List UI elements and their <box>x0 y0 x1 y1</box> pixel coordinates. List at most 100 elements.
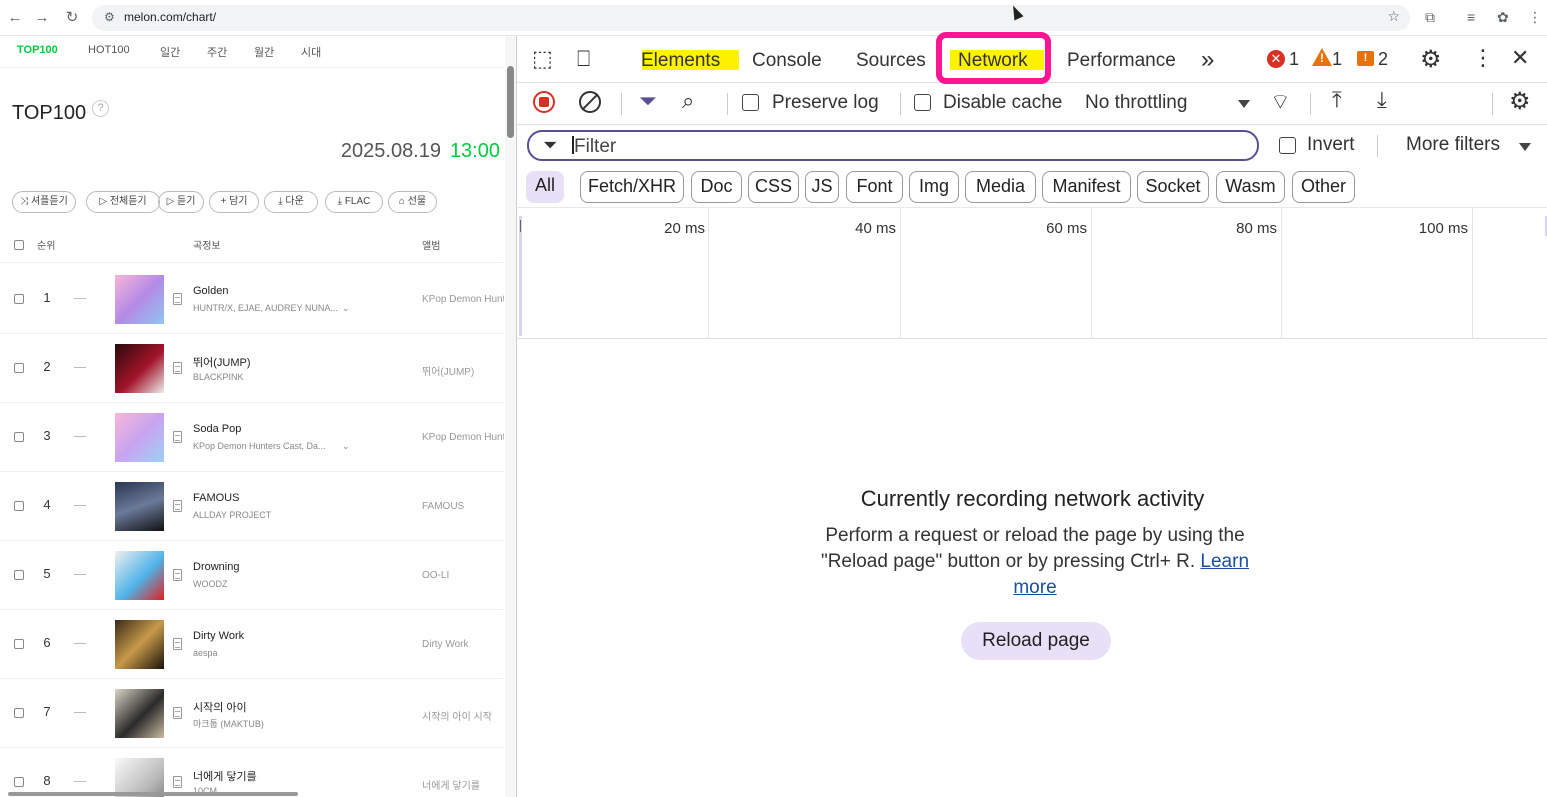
tab-era[interactable]: 시대 <box>301 44 321 60</box>
album-name[interactable]: 너에게 닿기를 <box>422 777 504 792</box>
tab-weekly[interactable]: 주간 <box>207 44 227 60</box>
song-artist[interactable]: HUNTR/X, EJAE, AUDREY NUNA... <box>193 303 338 313</box>
chart-row[interactable]: 4 FAMOUS ALLDAY PROJECT FAMOUS <box>0 472 503 541</box>
chevron-down-icon[interactable]: ⌄ <box>342 303 350 314</box>
close-devtools-icon[interactable]: ✕ <box>1511 45 1529 71</box>
album-name[interactable]: KPop Demon Hunters <box>422 432 504 443</box>
tab-monthly[interactable]: 월간 <box>254 44 274 60</box>
album-cover[interactable] <box>115 413 164 462</box>
song-title[interactable]: 뛰어(JUMP) <box>193 354 251 370</box>
issues-count[interactable]: 2 <box>1378 49 1388 70</box>
song-title[interactable]: Soda Pop <box>193 423 241 435</box>
album-name[interactable]: OO-LI <box>422 570 504 581</box>
gift-button[interactable]: ⌂ 선물 <box>388 191 437 213</box>
song-info-icon[interactable] <box>173 362 182 374</box>
row-checkbox[interactable] <box>14 570 24 580</box>
tab-daily[interactable]: 일간 <box>160 44 180 60</box>
select-all-checkbox[interactable] <box>14 240 24 250</box>
url-text[interactable]: melon.com/chart/ <box>124 10 216 24</box>
song-title[interactable]: Drowning <box>193 561 239 573</box>
row-checkbox[interactable] <box>14 363 24 373</box>
song-artist[interactable]: KPop Demon Hunters Cast, Da... <box>193 441 326 451</box>
type-socket[interactable]: Socket <box>1137 171 1209 203</box>
tab-top100[interactable]: TOP100 <box>17 44 58 56</box>
more-tabs-icon[interactable]: » <box>1201 46 1214 74</box>
media-control-icon[interactable]: ≡ <box>1467 9 1475 25</box>
more-filters-chevron-down-icon[interactable] <box>1519 143 1531 151</box>
invert-checkbox[interactable] <box>1279 137 1296 154</box>
more-filters-button[interactable]: More filters <box>1406 134 1500 156</box>
song-title[interactable]: FAMOUS <box>193 492 239 504</box>
shuffle-play-button[interactable]: ⤨ 셔플듣기 <box>12 191 76 213</box>
album-name[interactable]: FAMOUS <box>422 501 504 512</box>
row-checkbox[interactable] <box>14 294 24 304</box>
devtools-menu-icon[interactable]: ⋮ <box>1472 45 1494 71</box>
download-button[interactable]: ⤓ 다운 <box>264 191 318 213</box>
song-artist[interactable]: BLACKPINK <box>193 372 244 382</box>
throttling-chevron-down-icon[interactable] <box>1238 100 1250 108</box>
warning-icon[interactable] <box>1312 48 1332 66</box>
chart-row[interactable]: 5 Drowning WOODZ OO-LI <box>0 541 503 610</box>
album-cover[interactable] <box>115 620 164 669</box>
site-info-icon[interactable]: ⚙ <box>104 10 115 24</box>
tab-sources[interactable]: Sources <box>856 50 926 72</box>
chart-row[interactable]: 7 시작의 아이 마크툽 (MAKTUB) 시작의 아이 시작 <box>0 679 503 748</box>
song-title[interactable]: Dirty Work <box>193 630 244 642</box>
error-icon[interactable]: ✕ <box>1267 50 1285 68</box>
album-cover[interactable] <box>115 344 164 393</box>
row-checkbox[interactable] <box>14 777 24 787</box>
page-scrollbar[interactable] <box>505 36 516 797</box>
row-checkbox[interactable] <box>14 501 24 511</box>
album-cover[interactable] <box>115 275 164 324</box>
throttling-select[interactable]: No throttling <box>1085 92 1187 114</box>
type-doc[interactable]: Doc <box>691 171 742 203</box>
song-info-icon[interactable] <box>173 500 182 512</box>
type-media[interactable]: Media <box>965 171 1036 203</box>
chart-row[interactable]: 3 Soda Pop KPop Demon Hunters Cast, Da... ⌄… <box>0 403 504 472</box>
chart-row[interactable]: 2 뛰어(JUMP) BLACKPINK 뛰어(JUMP) <box>0 334 503 403</box>
album-name[interactable]: 시작의 아이 시작 <box>422 708 504 723</box>
import-har-icon[interactable]: ⤒ <box>1332 87 1342 113</box>
preserve-log-checkbox[interactable] <box>742 94 759 111</box>
chart-row[interactable]: 1 Golden HUNTR/X, EJAE, AUDREY NUNA... ⌄ KPo… <box>0 265 504 334</box>
error-count[interactable]: 1 <box>1289 49 1299 70</box>
song-artist[interactable]: aespa <box>193 648 218 658</box>
record-stop-button[interactable] <box>533 91 555 113</box>
play-all-button[interactable]: ▷ 전체듣기 <box>86 191 160 213</box>
album-name[interactable]: 뛰어(JUMP) <box>422 363 504 378</box>
flac-button[interactable]: ⤓ FLAC <box>325 191 383 213</box>
tab-hot100[interactable]: HOT100 <box>88 44 130 56</box>
tab-console[interactable]: Console <box>752 50 822 72</box>
settings-gear-icon[interactable]: ⚙ <box>1420 45 1442 74</box>
profile-avatar-icon[interactable]: ✿ <box>1497 9 1509 26</box>
song-info-icon[interactable] <box>173 569 182 581</box>
network-settings-gear-icon[interactable]: ⚙ <box>1509 87 1531 116</box>
device-toggle-icon[interactable]: ⎕ <box>577 46 590 72</box>
warning-count[interactable]: 1 <box>1332 49 1342 70</box>
album-name[interactable]: KPop Demon Hunters <box>422 294 504 305</box>
bookmark-star-icon[interactable]: ☆ <box>1387 8 1400 25</box>
search-icon[interactable]: ⌕ <box>682 88 694 114</box>
address-bar[interactable]: ⚙ melon.com/chart/ ☆ <box>92 5 1410 31</box>
type-js[interactable]: JS <box>805 171 839 203</box>
clear-log-icon[interactable] <box>579 91 601 113</box>
album-name[interactable]: Dirty Work <box>422 639 504 650</box>
song-info-icon[interactable] <box>173 707 182 719</box>
timeline-left-handle[interactable] <box>519 216 522 336</box>
kebab-menu-icon[interactable]: ⋮ <box>1528 9 1542 26</box>
filter-funnel-icon[interactable]: ⏷ <box>639 88 657 114</box>
song-artist[interactable]: 마크툽 (MAKTUB) <box>193 717 264 730</box>
song-info-icon[interactable] <box>173 776 182 788</box>
song-title[interactable]: 너에게 닿기를 <box>193 768 257 784</box>
reload-icon[interactable]: ↻ <box>63 9 81 27</box>
type-font[interactable]: Font <box>846 171 903 203</box>
forward-arrow-icon[interactable]: → <box>33 9 51 27</box>
chart-row[interactable]: 8 너에게 닿기를 10CM 너에게 닿기를 <box>0 748 503 797</box>
add-button[interactable]: + 담기 <box>209 191 259 213</box>
help-icon[interactable]: ? <box>92 100 109 117</box>
inspect-element-icon[interactable]: ⬚ <box>532 46 553 72</box>
type-manifest[interactable]: Manifest <box>1042 171 1131 203</box>
invert-label[interactable]: Invert <box>1307 134 1355 156</box>
type-all[interactable]: All <box>526 171 564 203</box>
preserve-log-label[interactable]: Preserve log <box>772 92 879 114</box>
